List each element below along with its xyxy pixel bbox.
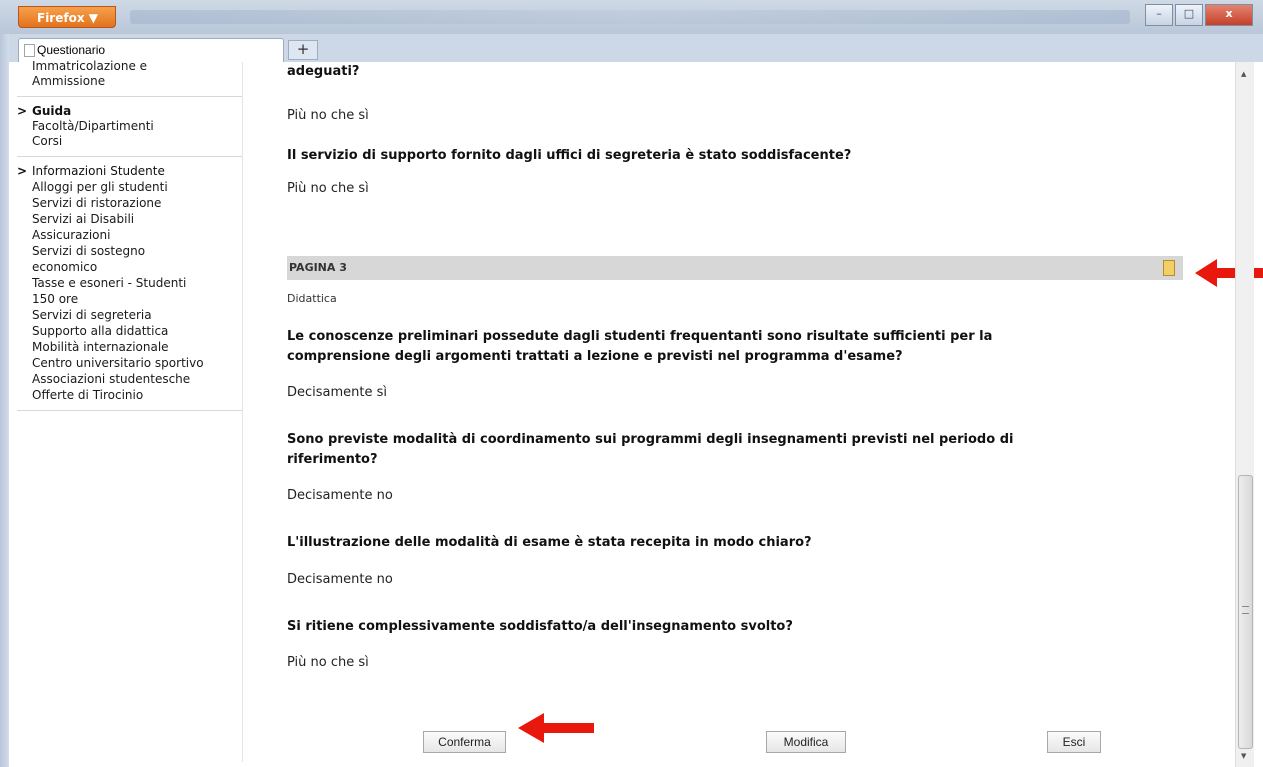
sidebar-item-associazioni[interactable]: Associazioni studentesche [17, 371, 242, 387]
answer-esame: Decisamente no [287, 572, 393, 587]
sidebar-item-disabili[interactable]: Servizi ai Disabili [17, 211, 242, 227]
sidebar-item-sostegno[interactable]: Servizi di sostegno [17, 243, 242, 259]
sidebar-item-alloggi[interactable]: Alloggi per gli studenti [17, 179, 242, 195]
sidebar-group-informazioni: > Informazioni Studente Alloggi per gli s… [17, 163, 242, 411]
sidebar-item-sportivo[interactable]: Centro universitario sportivo [17, 355, 242, 371]
sidebar-heading-label: Guida [32, 104, 72, 118]
scroll-down-icon[interactable]: ▼ [1241, 752, 1246, 760]
tab-bar: Questionario + [0, 34, 1263, 62]
sidebar-heading-label: Informazioni Studente [32, 164, 165, 178]
section-header: PAGINA 3 [287, 256, 1183, 280]
scroll-up-icon[interactable]: ▲ [1241, 70, 1246, 78]
maximize-button[interactable]: □ [1175, 4, 1203, 26]
minimize-button[interactable]: – [1145, 4, 1173, 26]
exit-button[interactable]: Esci [1047, 731, 1101, 753]
firefox-menu-button[interactable]: Firefox ▼ [18, 6, 116, 28]
question-line: riferimento? [287, 452, 378, 467]
question-line: Sono previste modalità di coordinamento … [287, 432, 1014, 447]
question-tail: adeguati? [287, 64, 360, 79]
window-left-border [0, 34, 9, 767]
window-controls: – □ x [1143, 4, 1253, 26]
question-line: comprensione degli argomenti trattati a … [287, 349, 903, 364]
annotation-arrow-icon [518, 713, 594, 743]
sidebar-heading-informazioni[interactable]: > Informazioni Studente [17, 163, 242, 179]
answer-coordinamento: Decisamente no [287, 488, 393, 503]
sidebar-item-tirocinio[interactable]: Offerte di Tirocinio [17, 387, 242, 403]
new-tab-button[interactable]: + [288, 40, 318, 60]
sidebar-item-ammissione[interactable]: Ammissione [17, 74, 242, 89]
sidebar-item-mobilita[interactable]: Mobilità internazionale [17, 339, 242, 355]
blurred-toolbar [130, 10, 1130, 24]
edit-button[interactable]: Modifica [766, 731, 846, 753]
sidebar-group-guida: > Guida Facoltà/Dipartimenti Corsi [17, 103, 242, 157]
question-segreteria: Il servizio di supporto fornito dagli uf… [287, 148, 852, 163]
close-button[interactable]: x [1205, 4, 1253, 26]
answer-segreteria: Più no che sì [287, 181, 369, 196]
answer-text: Più no che sì [287, 108, 369, 123]
tab-title: Questionario [37, 43, 106, 57]
question-coordinamento: Sono previste modalità di coordinamento … [287, 430, 1167, 470]
question-esame: L'illustrazione delle modalità di esame … [287, 535, 812, 550]
section-subtitle: Didattica [287, 292, 337, 305]
answer-soddisfatto: Più no che sì [287, 655, 369, 670]
sidebar-group-top: Immatricolazione e Ammissione [17, 59, 242, 97]
sidebar-item-tasse-2[interactable]: 150 ore [17, 291, 242, 307]
grip-icon [1242, 606, 1249, 614]
answer-conoscenze: Decisamente sì [287, 385, 388, 400]
sidebar-item-tasse[interactable]: Tasse e esoneri - Studenti [17, 275, 242, 291]
sidebar-item-facolta[interactable]: Facoltà/Dipartimenti [17, 119, 242, 134]
sidebar-item-immatricolazione[interactable]: Immatricolazione e [17, 59, 242, 74]
question-soddisfatto: Si ritiene complessivamente soddisfatto/… [287, 619, 793, 634]
vertical-scrollbar[interactable]: ▲ ▼ [1235, 62, 1254, 767]
sidebar-item-corsi[interactable]: Corsi [17, 134, 242, 149]
page-icon [24, 44, 35, 57]
scrollbar-thumb[interactable] [1238, 475, 1253, 749]
sidebar-item-segreteria[interactable]: Servizi di segreteria [17, 307, 242, 323]
question-conoscenze: Le conoscenze preliminari possedute dagl… [287, 327, 1167, 367]
chevron-right-icon: > [17, 104, 28, 118]
sidebar-item-ristorazione[interactable]: Servizi di ristorazione [17, 195, 242, 211]
confirm-button[interactable]: Conferma [423, 731, 506, 753]
window-titlebar: Firefox ▼ – □ x [0, 0, 1263, 35]
chevron-right-icon: > [17, 164, 28, 178]
section-title: PAGINA 3 [289, 261, 347, 274]
user-info-icon[interactable] [1163, 260, 1175, 276]
sidebar-item-sostegno-2[interactable]: economico [17, 259, 242, 275]
sidebar-heading-guida[interactable]: > Guida [17, 103, 242, 119]
sidebar-item-assicurazioni[interactable]: Assicurazioni [17, 227, 242, 243]
sidebar-item-didattica[interactable]: Supporto alla didattica [17, 323, 242, 339]
question-line: Le conoscenze preliminari possedute dagl… [287, 329, 993, 344]
sidebar-nav: Immatricolazione e Ammissione > Guida Fac… [17, 59, 243, 762]
